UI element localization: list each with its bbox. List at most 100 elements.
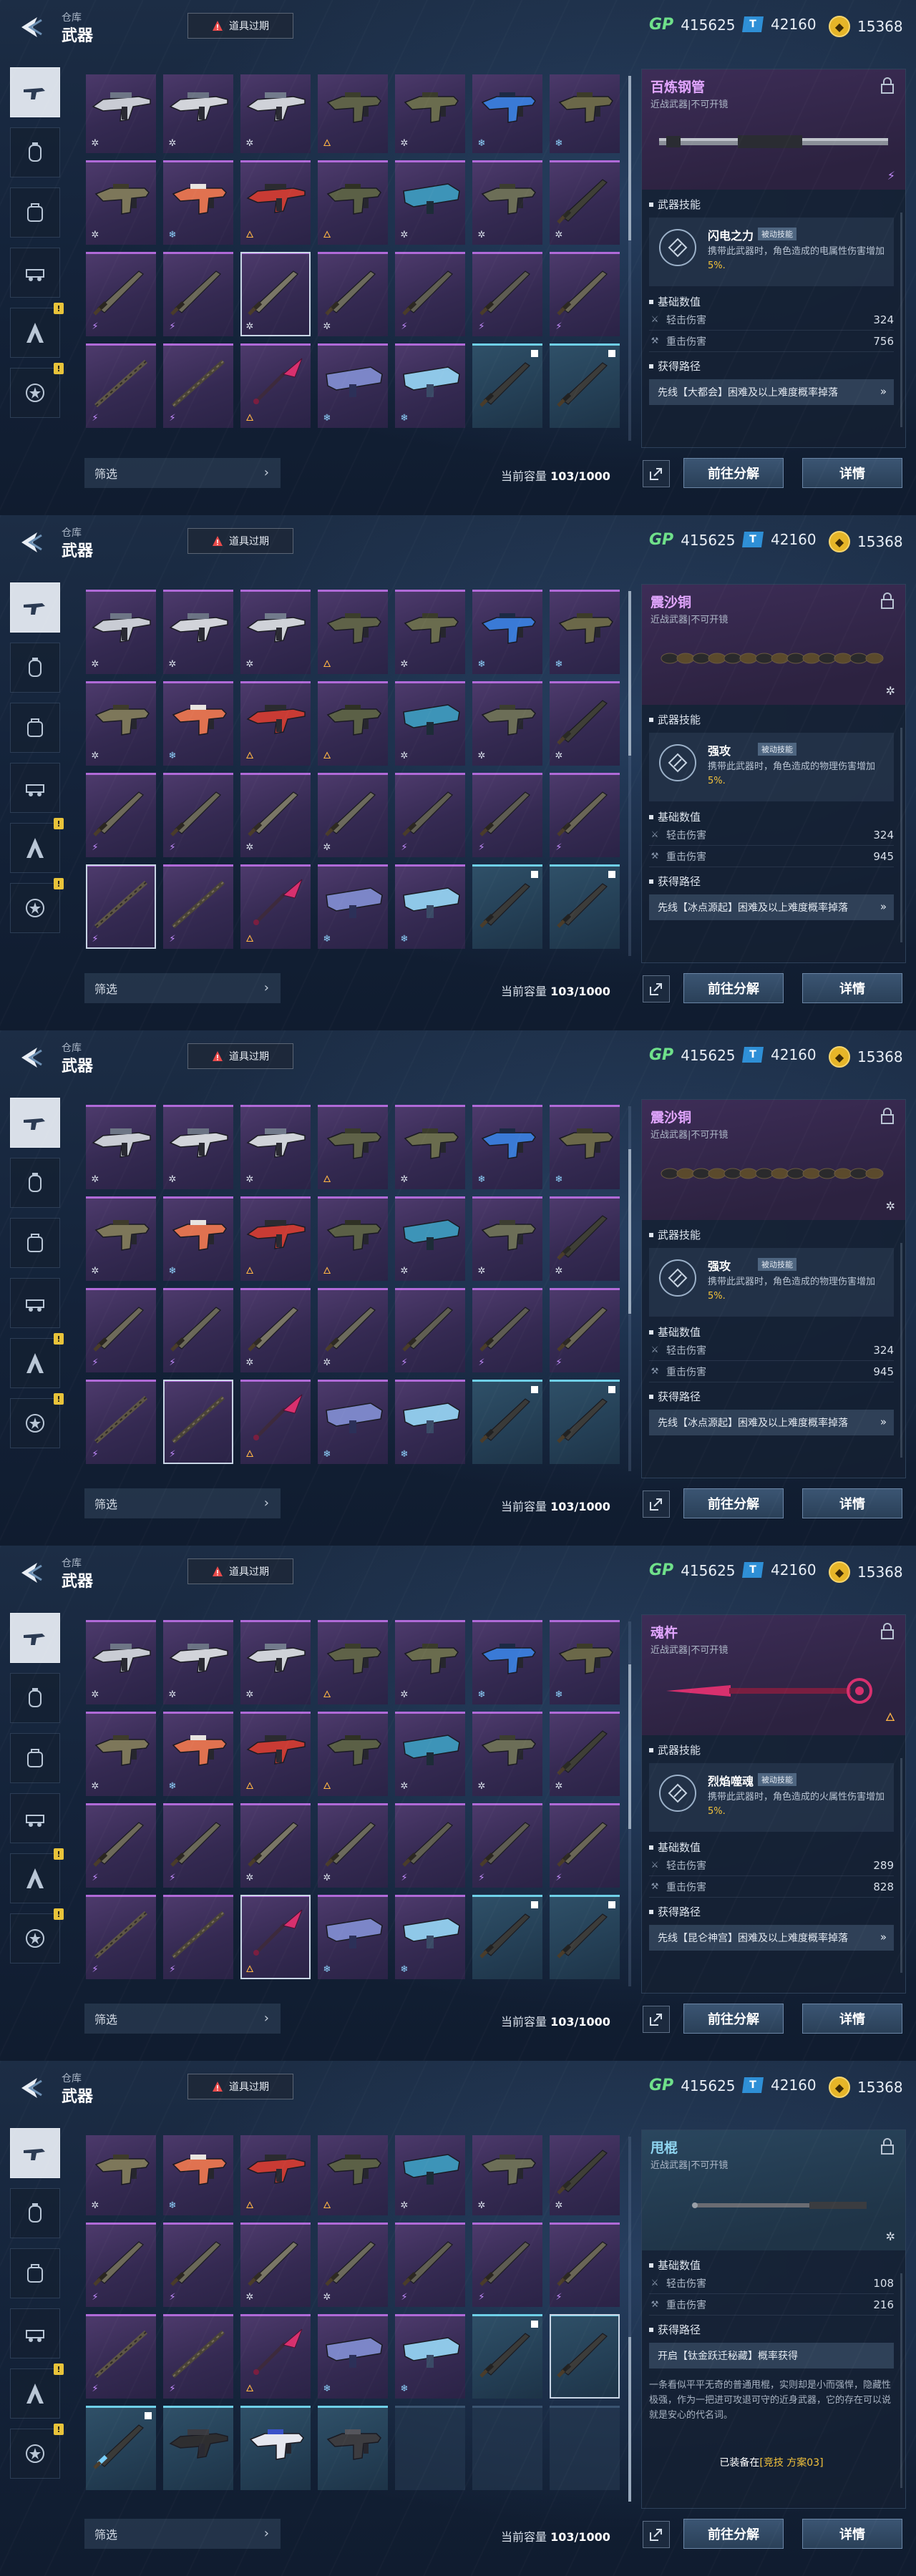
weapon-slot[interactable]: 🜂 xyxy=(240,2314,311,2399)
weapon-slot[interactable]: ⚡ xyxy=(395,773,465,857)
weapon-slot[interactable]: 🜂 xyxy=(240,343,311,428)
weapon-slot[interactable]: ❄ xyxy=(472,1620,542,1704)
acquire-route-button[interactable]: 先线【大都会】困难及以上难度概率掉落 » xyxy=(649,379,894,405)
weapon-slot[interactable]: 🜂 xyxy=(240,1196,311,1281)
weapon-slot[interactable]: 🜂 xyxy=(318,681,388,766)
back-button[interactable] xyxy=(13,1042,47,1073)
weapon-slot[interactable]: ❄ xyxy=(550,74,620,153)
weapon-slot[interactable]: 🜂 xyxy=(318,74,388,153)
decompose-button[interactable]: 前往分解 xyxy=(683,973,784,1003)
panel-scrollbar[interactable] xyxy=(900,1758,902,1973)
weapon-slot[interactable]: ✲ xyxy=(395,1196,465,1281)
weapon-slot[interactable]: ✲ xyxy=(240,1620,311,1704)
rail-button-badge[interactable]: ! xyxy=(10,1908,64,1963)
export-button[interactable] xyxy=(643,1491,670,1518)
decompose-button[interactable]: 前往分解 xyxy=(683,1488,784,1518)
weapon-slot[interactable]: ❄ xyxy=(318,1895,388,1979)
weapon-slot[interactable]: ⚡ xyxy=(550,252,620,336)
weapon-slot[interactable] xyxy=(240,2406,311,2490)
rail-button-gun[interactable] xyxy=(10,67,60,117)
rail-button-grenade[interactable] xyxy=(10,1158,60,1208)
grid-scrollbar-thumb[interactable] xyxy=(628,76,631,240)
weapon-slot[interactable]: ⚡ xyxy=(395,1288,465,1372)
filter-button[interactable]: 筛选 › xyxy=(84,2004,281,2034)
rail-button-grenade[interactable] xyxy=(10,1673,60,1723)
weapon-slot[interactable]: ✲ xyxy=(395,2135,465,2215)
grid-scrollbar[interactable] xyxy=(628,1106,631,1471)
weapon-slot[interactable]: ✲ xyxy=(318,1288,388,1372)
rail-button-backpack[interactable] xyxy=(10,2248,60,2298)
weapon-slot[interactable]: ⚡ xyxy=(86,343,156,428)
export-button[interactable] xyxy=(643,2006,670,2033)
back-button[interactable] xyxy=(13,2072,47,2104)
weapon-slot[interactable]: 🜂 xyxy=(240,160,311,245)
weapon-slot[interactable]: ✲ xyxy=(86,681,156,766)
weapon-slot[interactable]: ❄ xyxy=(395,2314,465,2399)
weapon-slot[interactable]: ✲ xyxy=(318,2223,388,2307)
rail-button-backpack[interactable] xyxy=(10,187,60,238)
weapon-slot[interactable]: ⚡ xyxy=(86,252,156,336)
weapon-slot[interactable]: ✲ xyxy=(240,74,311,153)
skill-card[interactable]: 烈焰噬魂 被动技能 携带此武器时，角色造成的火属性伤害增加 5%. xyxy=(649,1763,894,1832)
rail-button-badge[interactable]: ! xyxy=(10,1393,64,1448)
weapon-slot[interactable]: ✲ xyxy=(240,590,311,674)
detail-button[interactable]: 详情 xyxy=(802,2004,902,2034)
weapon-slot[interactable]: ✲ xyxy=(86,2135,156,2215)
weapon-slot[interactable] xyxy=(550,1380,620,1464)
back-button[interactable] xyxy=(13,11,47,43)
weapon-slot[interactable]: ✲ xyxy=(472,160,542,245)
weapon-slot[interactable]: ✲ xyxy=(395,1105,465,1189)
acquire-route-button[interactable]: 先线【冰点源起】困难及以上难度概率掉落 » xyxy=(649,1410,894,1435)
weapon-slot[interactable] xyxy=(550,2314,620,2399)
acquire-route-button[interactable]: 先线【昆仑神宫】困难及以上难度概率掉落 » xyxy=(649,1925,894,1951)
weapon-slot[interactable]: ⚡ xyxy=(550,2223,620,2307)
weapon-slot[interactable]: ❄ xyxy=(395,1380,465,1464)
weapon-slot[interactable]: ❄ xyxy=(163,1712,233,1796)
grid-scrollbar-thumb[interactable] xyxy=(628,591,631,756)
weapon-slot[interactable]: ⚡ xyxy=(163,252,233,336)
weapon-slot[interactable]: ⚡ xyxy=(472,1803,542,1888)
weapon-slot[interactable]: ✲ xyxy=(550,1196,620,1281)
weapon-slot[interactable]: ✲ xyxy=(472,1712,542,1796)
rail-button-badge[interactable]: ! xyxy=(10,878,64,933)
rail-button-character[interactable]: ! xyxy=(10,2363,64,2419)
expired-items-button[interactable]: 道具过期 xyxy=(187,1558,293,1584)
weapon-slot[interactable]: ❄ xyxy=(163,160,233,245)
grid-scrollbar[interactable] xyxy=(628,76,631,441)
filter-button[interactable]: 筛选 › xyxy=(84,2519,281,2549)
panel-scrollbar[interactable] xyxy=(900,2273,902,2488)
weapon-slot[interactable]: ✲ xyxy=(240,2223,311,2307)
decompose-button[interactable]: 前往分解 xyxy=(683,2004,784,2034)
weapon-slot[interactable]: ✲ xyxy=(318,1803,388,1888)
rail-button-gun[interactable] xyxy=(10,582,60,633)
weapon-slot[interactable] xyxy=(472,864,542,949)
weapon-slot[interactable] xyxy=(472,343,542,428)
weapon-slot[interactable]: ⚡ xyxy=(86,2314,156,2399)
weapon-slot[interactable]: 🜂 xyxy=(240,681,311,766)
rail-button-badge[interactable]: ! xyxy=(10,363,64,418)
weapon-slot[interactable]: ✲ xyxy=(240,773,311,857)
expired-items-button[interactable]: 道具过期 xyxy=(187,13,293,39)
weapon-slot[interactable]: ⚡ xyxy=(472,1288,542,1372)
weapon-slot[interactable]: ✲ xyxy=(240,1288,311,1372)
weapon-slot[interactable]: ⚡ xyxy=(163,1803,233,1888)
weapon-slot[interactable]: 🜂 xyxy=(240,1895,311,1979)
empty-slot[interactable] xyxy=(472,2406,542,2490)
weapon-slot[interactable]: ❄ xyxy=(163,1196,233,1281)
filter-button[interactable]: 筛选 › xyxy=(84,458,281,488)
rail-button-grenade[interactable] xyxy=(10,2188,60,2238)
weapon-slot[interactable]: ⚡ xyxy=(163,2223,233,2307)
weapon-slot[interactable]: ❄ xyxy=(163,681,233,766)
weapon-slot[interactable]: ❄ xyxy=(395,1895,465,1979)
weapon-slot[interactable]: ⚡ xyxy=(550,1288,620,1372)
weapon-slot[interactable]: ✲ xyxy=(472,2135,542,2215)
weapon-slot[interactable]: 🜂 xyxy=(240,1380,311,1464)
export-button[interactable] xyxy=(643,460,670,487)
weapon-slot[interactable]: ❄ xyxy=(395,864,465,949)
weapon-slot[interactable]: ❄ xyxy=(395,343,465,428)
weapon-slot[interactable]: ✲ xyxy=(240,252,311,336)
empty-slot[interactable] xyxy=(395,2406,465,2490)
weapon-slot[interactable]: ✲ xyxy=(240,1105,311,1189)
weapon-slot[interactable] xyxy=(163,2406,233,2490)
weapon-slot[interactable]: ✲ xyxy=(86,590,156,674)
